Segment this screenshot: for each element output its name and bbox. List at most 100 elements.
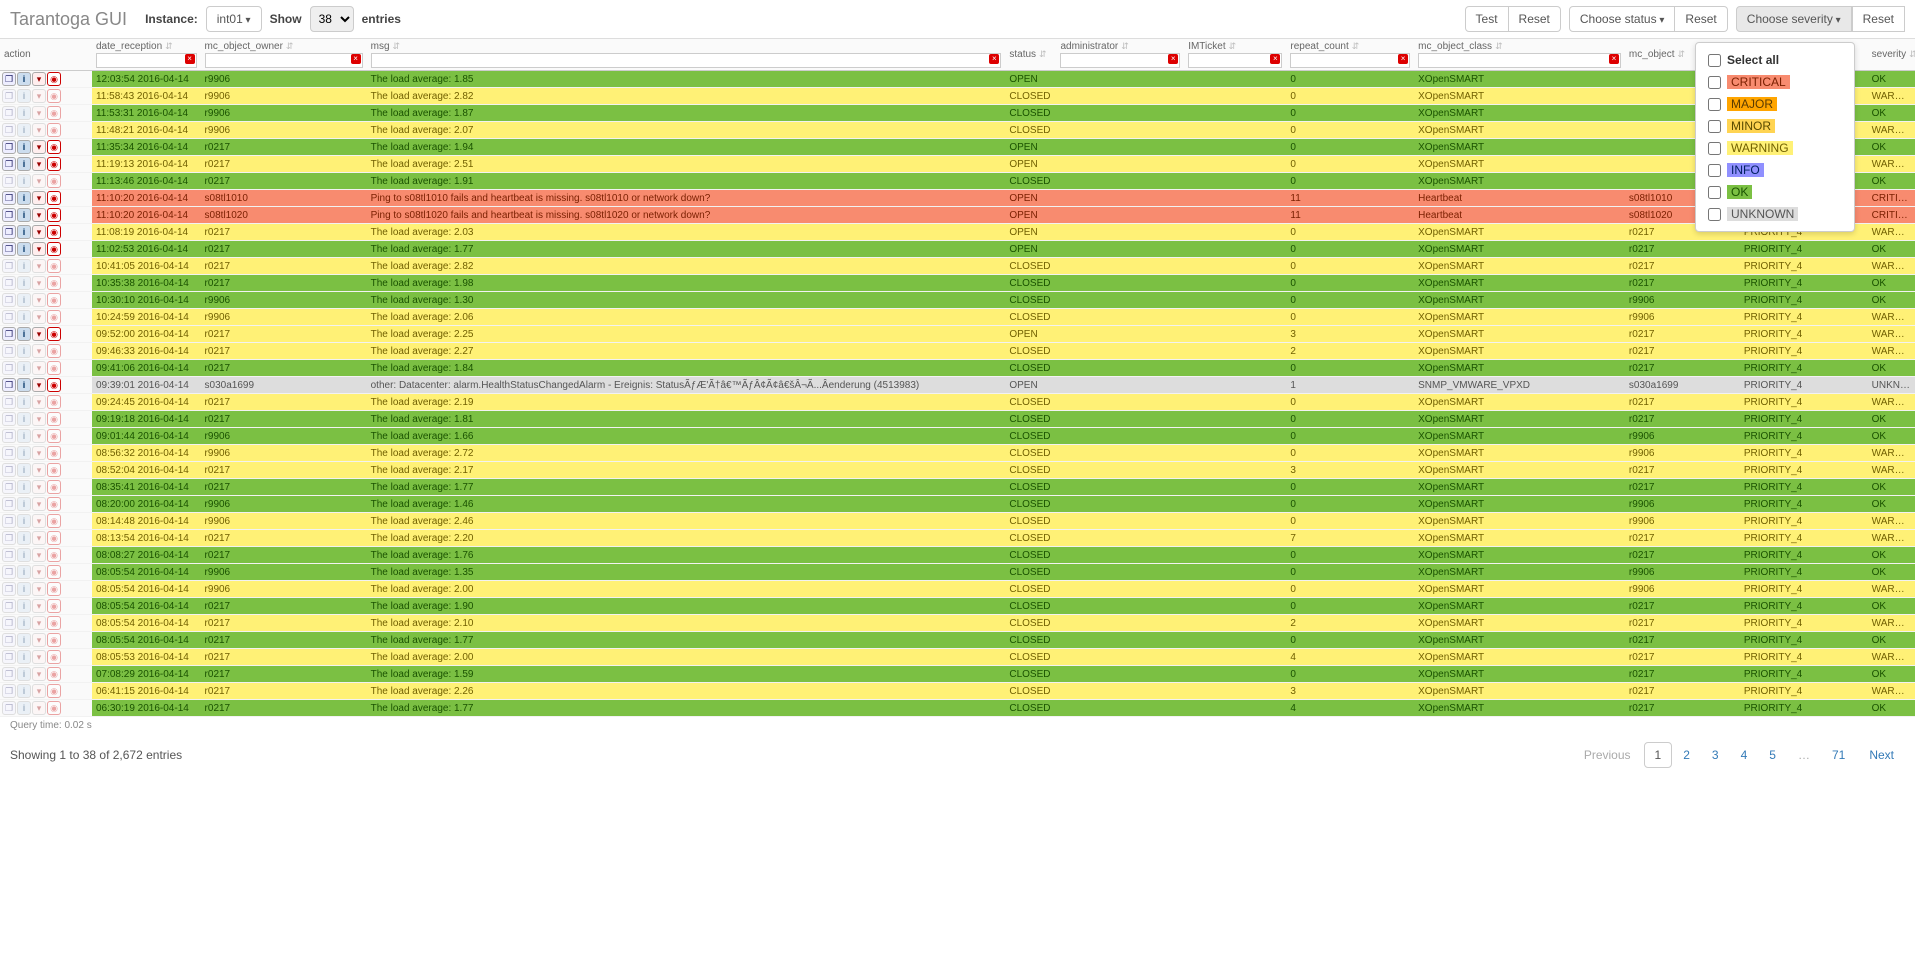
copy-icon[interactable]: ❐	[2, 242, 16, 256]
reset-test-button[interactable]: Reset	[1509, 6, 1561, 32]
funnel-icon[interactable]	[32, 327, 46, 341]
info-icon[interactable]	[17, 157, 31, 171]
info-icon[interactable]	[17, 208, 31, 222]
filter-admin[interactable]	[1060, 53, 1180, 68]
filter-clear-icon[interactable]: ×	[185, 54, 195, 64]
close-event-icon[interactable]	[47, 242, 61, 256]
filter-clear-icon[interactable]: ×	[1609, 54, 1619, 64]
page-previous[interactable]: Previous	[1573, 742, 1642, 768]
severity-option-unknown[interactable]: UNKNOWN	[1696, 203, 1854, 225]
severity-checkbox[interactable]	[1708, 186, 1721, 199]
funnel-icon[interactable]	[32, 242, 46, 256]
copy-icon[interactable]: ❐	[2, 378, 16, 392]
col-imticket[interactable]: IMTicket×	[1184, 39, 1286, 71]
page-link[interactable]: 1	[1644, 742, 1673, 768]
info-icon[interactable]	[17, 327, 31, 341]
filter-repeat[interactable]	[1290, 53, 1410, 68]
funnel-icon[interactable]	[32, 378, 46, 392]
severity-checkbox[interactable]	[1708, 120, 1721, 133]
page-link[interactable]: 4	[1730, 742, 1759, 768]
col-status[interactable]: status	[1005, 39, 1056, 71]
close-event-icon[interactable]	[47, 157, 61, 171]
filter-ticket[interactable]	[1188, 53, 1282, 68]
choose-status-button[interactable]: Choose status	[1569, 6, 1676, 32]
copy-icon[interactable]: ❐	[2, 72, 16, 86]
funnel-icon[interactable]	[32, 191, 46, 205]
funnel-icon	[32, 463, 46, 477]
filter-date[interactable]	[96, 53, 197, 68]
page-link[interactable]: 71	[1821, 742, 1856, 768]
cell-admin	[1056, 394, 1184, 411]
page-next[interactable]: Next	[1858, 742, 1905, 768]
severity-option-info[interactable]: INFO	[1696, 159, 1854, 181]
severity-select-all-checkbox[interactable]	[1708, 54, 1721, 67]
severity-option-ok[interactable]: OK	[1696, 181, 1854, 203]
severity-checkbox[interactable]	[1708, 98, 1721, 111]
copy-icon[interactable]: ❐	[2, 225, 16, 239]
col-msg[interactable]: msg×	[367, 39, 1006, 71]
copy-icon[interactable]: ❐	[2, 140, 16, 154]
filter-clear-icon[interactable]: ×	[1168, 54, 1178, 64]
info-icon[interactable]	[17, 378, 31, 392]
close-event-icon[interactable]	[47, 72, 61, 86]
funnel-icon[interactable]	[32, 208, 46, 222]
severity-select-all[interactable]: Select all	[1696, 49, 1854, 71]
funnel-icon[interactable]	[32, 72, 46, 86]
page-link[interactable]: 3	[1701, 742, 1730, 768]
close-event-icon[interactable]	[47, 191, 61, 205]
info-icon[interactable]	[17, 242, 31, 256]
severity-option-major[interactable]: MAJOR	[1696, 93, 1854, 115]
filter-clear-icon[interactable]: ×	[1270, 54, 1280, 64]
severity-checkbox[interactable]	[1708, 142, 1721, 155]
close-event-icon	[47, 650, 61, 664]
col-repeat-count[interactable]: repeat_count×	[1286, 39, 1414, 71]
filter-owner[interactable]	[205, 53, 363, 68]
test-button[interactable]: Test	[1465, 6, 1509, 32]
instance-select[interactable]: int01	[206, 6, 262, 32]
close-event-icon[interactable]	[47, 378, 61, 392]
reset-severity-button[interactable]: Reset	[1852, 6, 1905, 32]
info-icon[interactable]	[17, 225, 31, 239]
col-mc-object-class[interactable]: mc_object_class×	[1414, 39, 1625, 71]
severity-option-critical[interactable]: CRITICAL	[1696, 71, 1854, 93]
close-event-icon[interactable]	[47, 225, 61, 239]
col-mc-object-owner[interactable]: mc_object_owner×	[201, 39, 367, 71]
choose-severity-button[interactable]: Choose severity	[1736, 6, 1852, 32]
table-row: ❐09:41:06 2016-04-14r0217The load averag…	[0, 360, 1915, 377]
cell-repeat: 0	[1286, 598, 1414, 615]
page-link[interactable]: 2	[1672, 742, 1701, 768]
col-severity[interactable]: severity	[1868, 39, 1915, 71]
close-event-icon[interactable]	[47, 327, 61, 341]
cell-date: 10:30:10 2016-04-14	[92, 292, 201, 309]
severity-checkbox[interactable]	[1708, 76, 1721, 89]
entries-select[interactable]: 38	[310, 6, 354, 32]
funnel-icon[interactable]	[32, 225, 46, 239]
funnel-icon[interactable]	[32, 157, 46, 171]
close-event-icon[interactable]	[47, 208, 61, 222]
copy-icon[interactable]: ❐	[2, 191, 16, 205]
info-icon[interactable]	[17, 191, 31, 205]
copy-icon[interactable]: ❐	[2, 327, 16, 341]
page-link[interactable]: 5	[1758, 742, 1787, 768]
reset-status-button[interactable]: Reset	[1675, 6, 1727, 32]
info-icon[interactable]	[17, 72, 31, 86]
col-date-reception[interactable]: date_reception×	[92, 39, 201, 71]
filter-clear-icon[interactable]: ×	[1398, 54, 1408, 64]
filter-class[interactable]	[1418, 53, 1621, 68]
cell-severity: OK	[1868, 479, 1915, 496]
severity-checkbox[interactable]	[1708, 164, 1721, 177]
copy-icon[interactable]: ❐	[2, 157, 16, 171]
funnel-icon[interactable]	[32, 140, 46, 154]
cell-repeat: 0	[1286, 156, 1414, 173]
filter-msg[interactable]	[371, 53, 1002, 68]
severity-checkbox[interactable]	[1708, 208, 1721, 221]
col-administrator[interactable]: administrator×	[1056, 39, 1184, 71]
info-icon[interactable]	[17, 140, 31, 154]
filter-clear-icon[interactable]: ×	[989, 54, 999, 64]
severity-option-minor[interactable]: MINOR	[1696, 115, 1854, 137]
close-event-icon[interactable]	[47, 140, 61, 154]
copy-icon[interactable]: ❐	[2, 208, 16, 222]
filter-clear-icon[interactable]: ×	[351, 54, 361, 64]
cell-owner: r9906	[201, 581, 367, 598]
severity-option-warning[interactable]: WARNING	[1696, 137, 1854, 159]
